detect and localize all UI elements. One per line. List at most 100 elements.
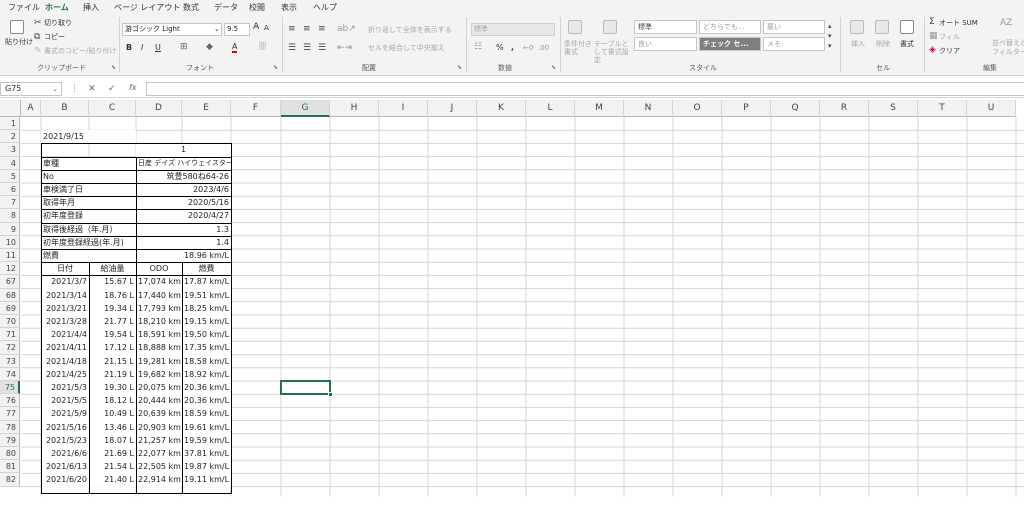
column-header[interactable]: I bbox=[379, 100, 428, 117]
align-center-icon[interactable]: ☰ bbox=[303, 43, 311, 53]
active-cell[interactable] bbox=[280, 380, 333, 398]
clear-button[interactable]: クリア bbox=[939, 47, 960, 56]
italic-button[interactable]: I bbox=[141, 43, 143, 52]
tab-formulas[interactable]: 数式 bbox=[183, 2, 199, 13]
sort-button[interactable]: 並べ替えと bbox=[992, 39, 1024, 48]
style-normal[interactable]: 標準 bbox=[634, 20, 697, 34]
bold-button[interactable]: B bbox=[126, 43, 132, 52]
launcher-icon[interactable]: ⬊ bbox=[111, 63, 116, 73]
column-header[interactable]: H bbox=[330, 100, 379, 117]
fill-color-icon[interactable]: ◆ bbox=[206, 42, 213, 52]
style-memo[interactable]: メモ bbox=[763, 37, 825, 51]
insert-function-icon[interactable]: fx bbox=[129, 83, 137, 93]
row-header[interactable]: 5 bbox=[0, 169, 20, 183]
row-header[interactable]: 69 bbox=[0, 301, 20, 315]
launcher-icon[interactable]: ⬊ bbox=[457, 63, 462, 73]
align-bottom-icon[interactable]: ≡ bbox=[318, 24, 326, 34]
copy-button[interactable]: コピー bbox=[44, 33, 65, 42]
spreadsheet-grid[interactable]: ABCDEFGHIJKLMNOPQRSTU 1 2 3 4 5 6 7 8 9 10 11 12 67 6… bbox=[0, 100, 1024, 527]
phonetic-icon[interactable]: 亜 bbox=[258, 42, 267, 52]
row-header[interactable]: 67 bbox=[0, 275, 20, 289]
column-header[interactable]: T bbox=[918, 100, 967, 117]
tab-page-layout[interactable]: ページ レイアウト bbox=[114, 2, 180, 13]
launcher-icon[interactable]: ⬊ bbox=[273, 63, 278, 73]
autosum-button[interactable]: オート SUM bbox=[939, 19, 978, 28]
filter-button[interactable]: フィルター bbox=[992, 48, 1024, 57]
column-header[interactable]: R bbox=[820, 100, 869, 117]
column-header[interactable]: D bbox=[136, 100, 182, 117]
more-styles-icon[interactable]: ▾ bbox=[828, 41, 832, 51]
launcher-icon[interactable]: ⬊ bbox=[551, 63, 556, 73]
style-neutral[interactable]: どちらでも... bbox=[699, 20, 761, 34]
tab-insert[interactable]: 挿入 bbox=[83, 2, 99, 13]
name-box[interactable]: G75 ⌄ bbox=[0, 82, 62, 96]
row-header[interactable]: 7 bbox=[0, 196, 20, 210]
row-header[interactable]: 75 bbox=[0, 381, 20, 395]
tab-review[interactable]: 校閲 bbox=[249, 2, 265, 13]
border-icon[interactable]: ⊞ bbox=[180, 42, 188, 52]
column-header[interactable]: K bbox=[477, 100, 526, 117]
row-header[interactable]: 80 bbox=[0, 447, 20, 461]
wrap-text-button[interactable]: 折り返して全体を表示する bbox=[368, 26, 452, 35]
row-header[interactable]: 8 bbox=[0, 209, 20, 223]
row-header[interactable]: 73 bbox=[0, 354, 20, 368]
row-header[interactable]: 9 bbox=[0, 222, 20, 236]
row-header[interactable]: 81 bbox=[0, 460, 20, 474]
chevron-down-icon[interactable]: ⌄ bbox=[52, 83, 58, 95]
align-middle-icon[interactable]: ≡ bbox=[303, 24, 311, 34]
format-painter-button[interactable]: 書式のコピー/貼り付け bbox=[44, 47, 116, 56]
row-header[interactable]: 10 bbox=[0, 235, 20, 249]
row-header[interactable]: 1 bbox=[0, 117, 20, 131]
column-header[interactable]: A bbox=[21, 100, 41, 117]
row-header[interactable]: 70 bbox=[0, 315, 20, 329]
row-header[interactable]: 76 bbox=[0, 394, 20, 408]
font-size-select[interactable]: 9.5 bbox=[224, 23, 250, 36]
row-header[interactable]: 3 bbox=[0, 143, 20, 157]
grow-font-button[interactable]: A bbox=[253, 23, 259, 32]
column-header[interactable]: O bbox=[673, 100, 722, 117]
cancel-icon[interactable]: ✕ bbox=[88, 84, 96, 94]
more-options-icon[interactable]: ⋮ bbox=[70, 84, 79, 94]
row-header[interactable]: 11 bbox=[0, 249, 20, 263]
row-header[interactable]: 2 bbox=[0, 130, 20, 144]
underline-button[interactable]: U bbox=[155, 43, 161, 52]
tab-data[interactable]: データ bbox=[214, 2, 238, 13]
column-header[interactable]: S bbox=[869, 100, 918, 117]
row-header[interactable]: 71 bbox=[0, 328, 20, 342]
insert-cells-button[interactable]: 挿入 bbox=[851, 40, 865, 49]
row-header[interactable]: 4 bbox=[0, 156, 20, 170]
font-color-button[interactable]: A bbox=[232, 42, 238, 53]
percent-button[interactable]: % bbox=[496, 43, 504, 52]
align-top-icon[interactable]: ≡ bbox=[288, 24, 296, 34]
conditional-format-button[interactable]: 条件付き書式 bbox=[564, 40, 592, 56]
decimal-increase-icon[interactable]: ←0 bbox=[523, 43, 533, 53]
tab-view[interactable]: 表示 bbox=[281, 2, 297, 13]
row-header[interactable]: 77 bbox=[0, 407, 20, 421]
column-header[interactable]: E bbox=[182, 100, 231, 117]
row-header[interactable]: 78 bbox=[0, 420, 20, 434]
number-format-select[interactable]: 標準 bbox=[471, 23, 555, 36]
fill-handle[interactable] bbox=[328, 392, 333, 398]
column-header[interactable]: P bbox=[722, 100, 771, 117]
cut-button[interactable]: 切り取り bbox=[44, 19, 72, 28]
currency-icon[interactable]: ☷ bbox=[474, 42, 482, 52]
indent-icon[interactable]: ⇤⇥ bbox=[337, 43, 352, 53]
align-right-icon[interactable]: ☰ bbox=[318, 43, 326, 53]
paste-icon[interactable] bbox=[10, 20, 24, 34]
paste-button[interactable]: 貼り付け bbox=[5, 38, 33, 47]
align-left-icon[interactable]: ☰ bbox=[288, 43, 296, 53]
scroll-down-icon[interactable]: ▾ bbox=[828, 31, 832, 41]
column-header[interactable]: U bbox=[967, 100, 1016, 117]
row-header[interactable]: 6 bbox=[0, 183, 20, 197]
format-as-table-button[interactable]: テーブルとして書式設定 bbox=[594, 40, 630, 64]
row-header[interactable]: 82 bbox=[0, 473, 20, 487]
column-header[interactable]: G bbox=[281, 100, 330, 117]
row-header[interactable]: 72 bbox=[0, 341, 20, 355]
row-header[interactable]: 74 bbox=[0, 367, 20, 381]
column-header[interactable]: Q bbox=[771, 100, 820, 117]
row-header[interactable]: 79 bbox=[0, 433, 20, 447]
column-header[interactable]: F bbox=[231, 100, 281, 117]
scroll-up-icon[interactable]: ▴ bbox=[828, 21, 832, 31]
shrink-font-button[interactable]: A bbox=[264, 24, 269, 33]
formula-input[interactable] bbox=[146, 82, 1024, 96]
